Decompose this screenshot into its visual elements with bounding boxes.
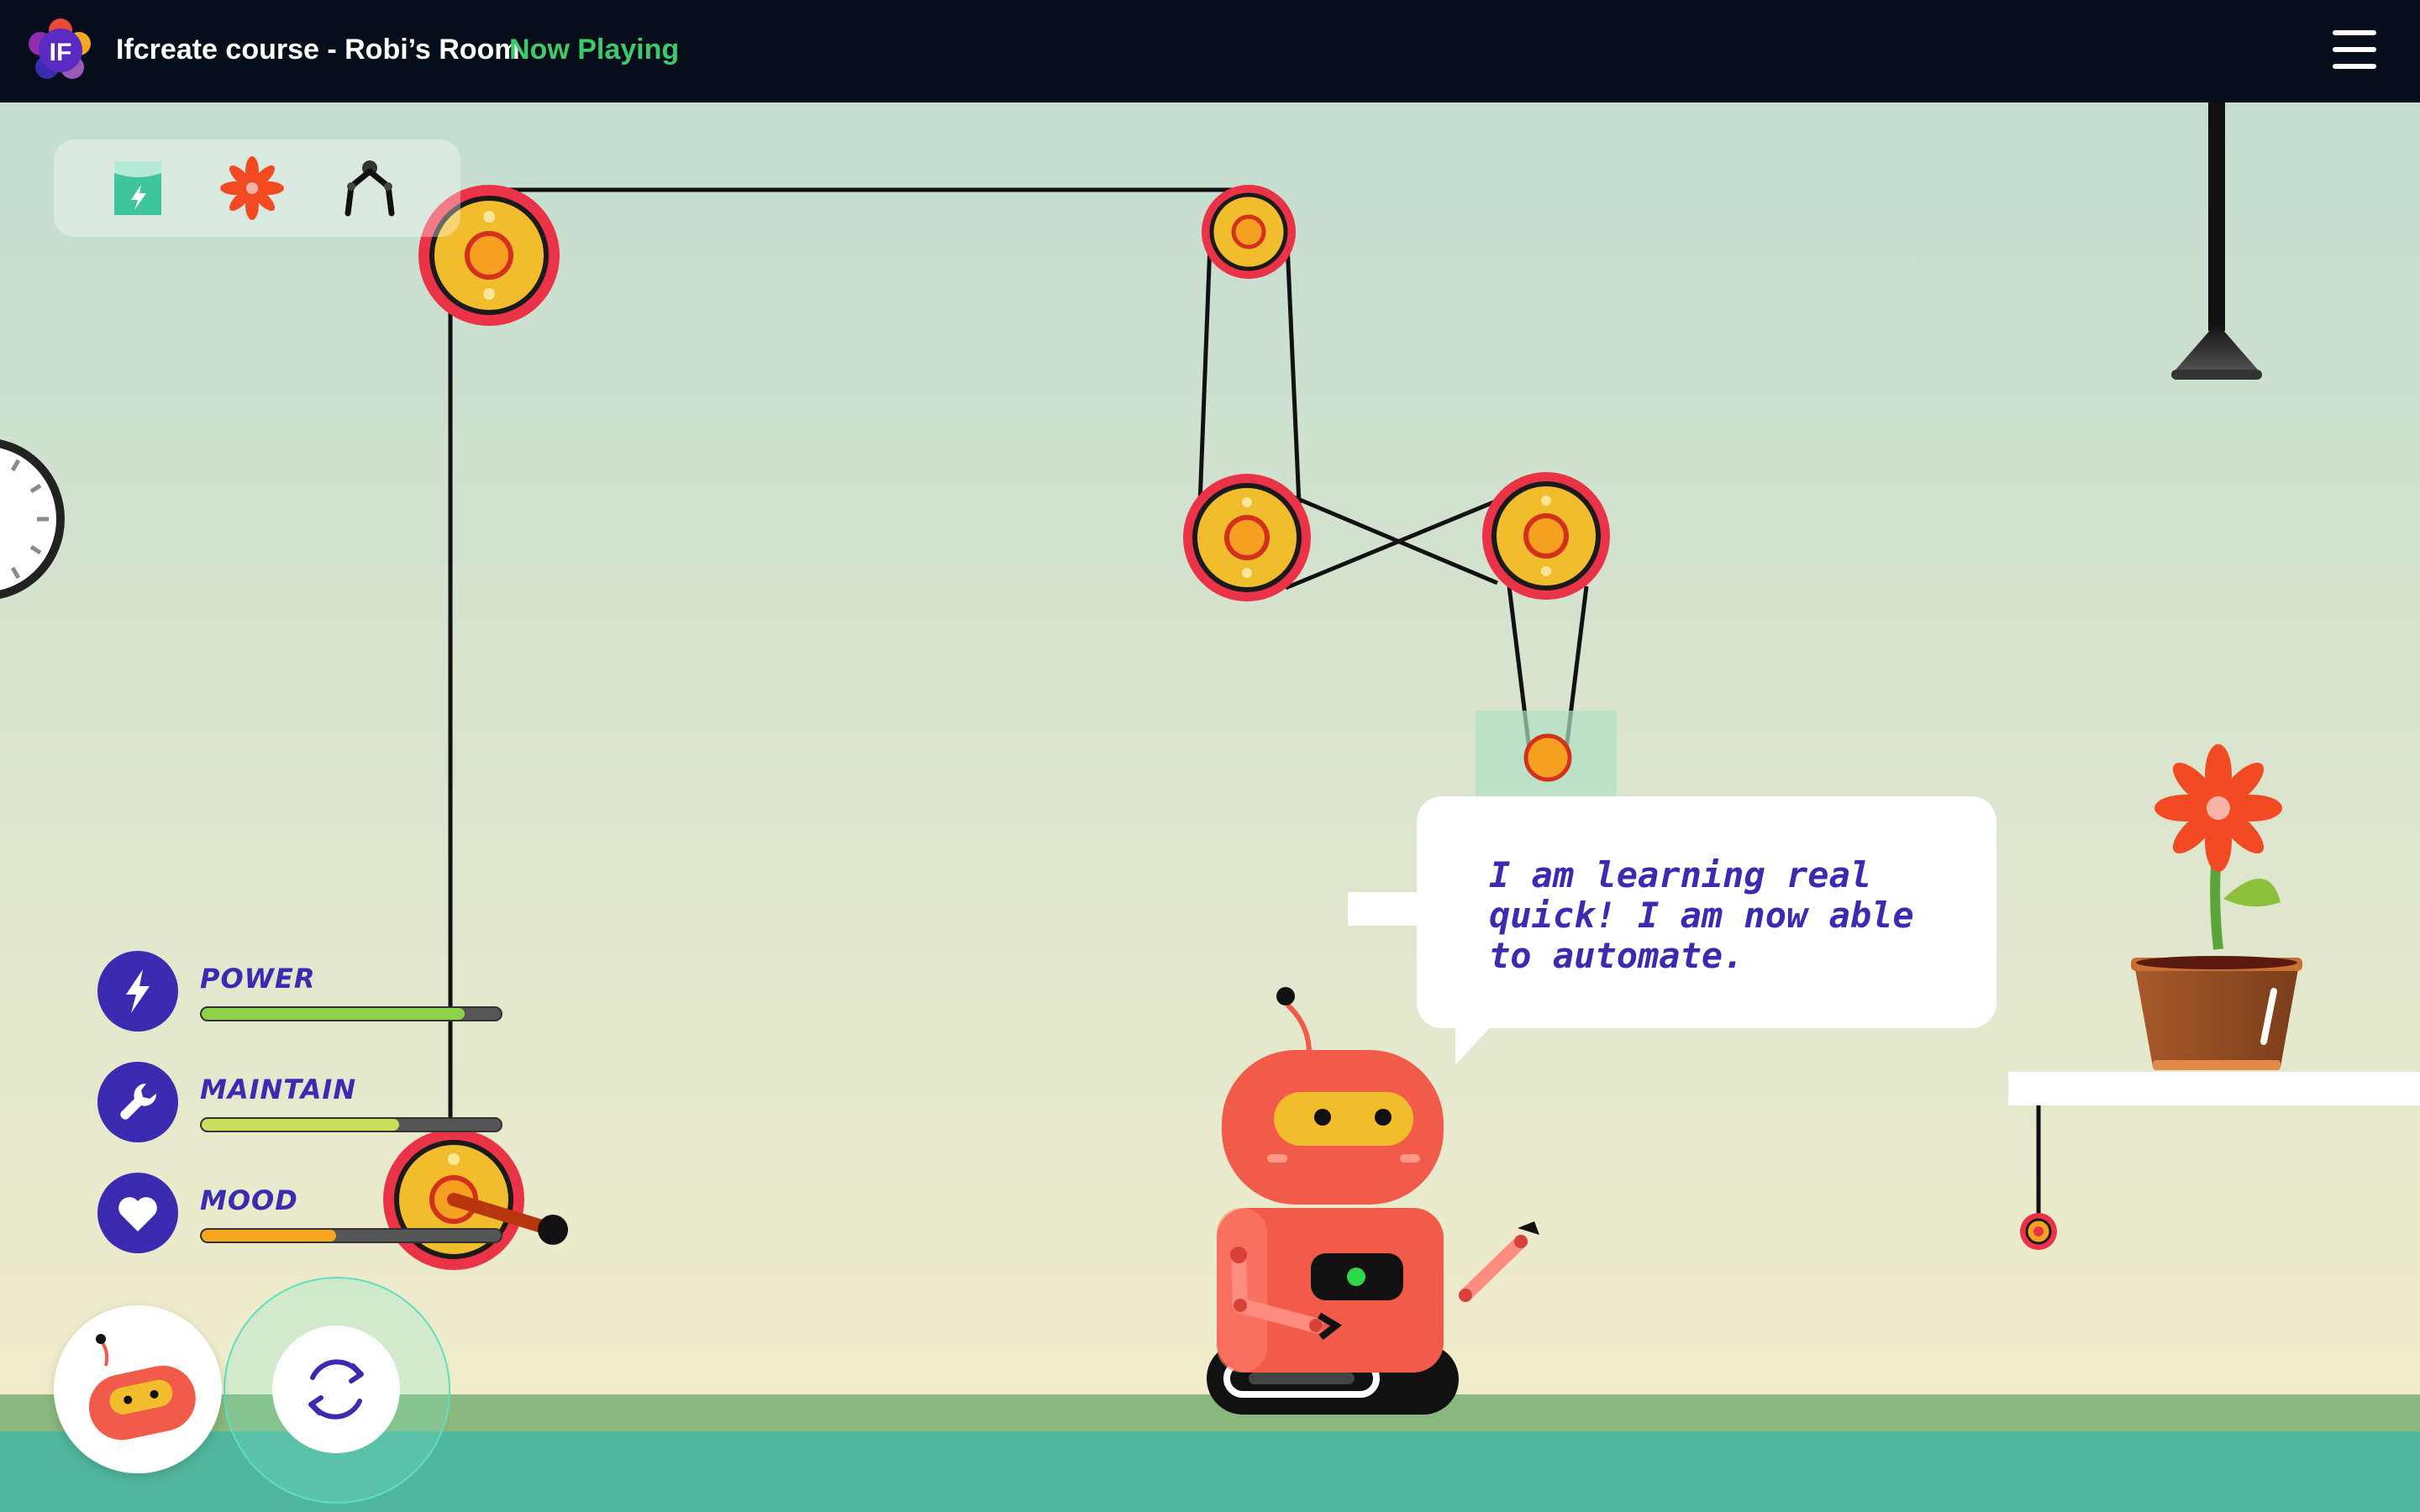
top-bar: IF Ifcreate course - Robi’s Room Now Pla…	[0, 0, 2420, 102]
maintain-bar	[200, 1117, 502, 1132]
maintain-bar-fill	[202, 1119, 399, 1131]
claw-icon	[345, 160, 395, 217]
battery-tool[interactable]	[106, 156, 170, 220]
stat-mood: MOOD	[97, 1173, 502, 1257]
status-badge: Now Playing	[509, 34, 680, 66]
mood-bar-fill	[202, 1230, 337, 1242]
speech-bubble-tail	[1455, 1023, 1494, 1065]
stat-label: POWER	[200, 963, 316, 995]
refresh-icon	[308, 1359, 364, 1420]
stat-maintain: MAINTAIN	[97, 1062, 502, 1146]
mood-bar	[200, 1228, 502, 1243]
robot-face-button[interactable]	[54, 1305, 222, 1473]
logo-text: IF	[50, 39, 72, 66]
small-shelf	[1348, 892, 1423, 926]
robot-face-icon	[88, 1334, 196, 1441]
battery-icon	[114, 161, 161, 215]
pulley-top-right[interactable]	[1202, 185, 1296, 279]
pulley-middle-right[interactable]	[1482, 472, 1610, 600]
game-scene: POWER MAINTAIN MOOD I am learning real q…	[0, 102, 2420, 1512]
toolbox	[54, 139, 460, 237]
speech-bubble: I am learning real quick! I am now able …	[1417, 796, 1996, 1028]
reset-button[interactable]	[272, 1326, 400, 1453]
pulley-middle-left[interactable]	[1183, 474, 1311, 601]
lightning-icon	[97, 951, 178, 1032]
page-title: Ifcreate course - Robi’s Room	[116, 34, 520, 66]
flower-icon	[220, 156, 284, 220]
claw-tool[interactable]	[338, 156, 402, 220]
flower-tool[interactable]	[220, 156, 284, 220]
speech-bubble-text: I am learning real quick! I am now able …	[1489, 854, 1914, 976]
wrench-icon	[97, 1062, 178, 1142]
heart-icon	[97, 1173, 178, 1253]
stat-label: MAINTAIN	[200, 1074, 357, 1105]
stat-label: MOOD	[200, 1184, 298, 1216]
ifcreate-logo-icon[interactable]: IF	[29, 18, 92, 82]
pulley-hook[interactable]	[1523, 733, 1572, 782]
power-bar	[200, 1006, 502, 1021]
power-bar-fill	[202, 1008, 466, 1020]
hamburger-menu-icon[interactable]	[2328, 27, 2381, 72]
stat-power: POWER	[97, 951, 502, 1035]
